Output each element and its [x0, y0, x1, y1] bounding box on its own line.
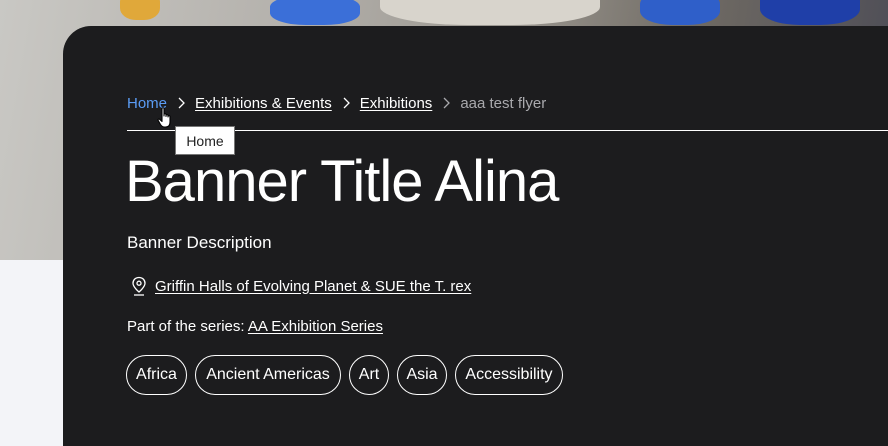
chevron-right-icon: [178, 97, 185, 109]
location-link[interactable]: Griffin Halls of Evolving Planet & SUE t…: [155, 278, 471, 295]
page-title: Banner Title Alina: [125, 149, 559, 214]
breadcrumb: Home Exhibitions & Events Exhibitions aa…: [127, 93, 546, 113]
series-link[interactable]: AA Exhibition Series: [248, 318, 383, 335]
hero-image-detail: [120, 0, 160, 20]
breadcrumb-divider: [127, 130, 888, 131]
hand-pointer-icon: [157, 107, 171, 128]
map-pin-icon: [132, 276, 146, 296]
hero-image-detail: [270, 0, 360, 25]
series-line: Part of the series: AA Exhibition Series: [127, 318, 383, 335]
tag-ancient-americas[interactable]: Ancient Americas: [195, 355, 341, 395]
tag-africa[interactable]: Africa: [126, 355, 187, 395]
breadcrumb-exhibitions-link[interactable]: Exhibitions: [360, 95, 433, 112]
home-tooltip: Home: [175, 126, 235, 155]
tag-list: Africa Ancient Americas Art Asia Accessi…: [126, 355, 571, 395]
tag-accessibility[interactable]: Accessibility: [455, 355, 563, 395]
banner-description: Banner Description: [127, 233, 272, 252]
chevron-right-icon: [343, 97, 350, 109]
tag-art[interactable]: Art: [349, 355, 389, 395]
chevron-right-icon: [443, 97, 451, 109]
breadcrumb-current-page: aaa test flyer: [460, 94, 547, 112]
location-row: Griffin Halls of Evolving Planet & SUE t…: [131, 276, 471, 296]
tag-asia[interactable]: Asia: [397, 355, 447, 395]
series-label: Part of the series:: [127, 318, 248, 335]
breadcrumb-exhibitions-events-link[interactable]: Exhibitions & Events: [195, 95, 332, 112]
hero-image-detail: [760, 0, 860, 25]
hero-image-detail: [380, 0, 600, 25]
hero-image-detail: [640, 0, 720, 25]
